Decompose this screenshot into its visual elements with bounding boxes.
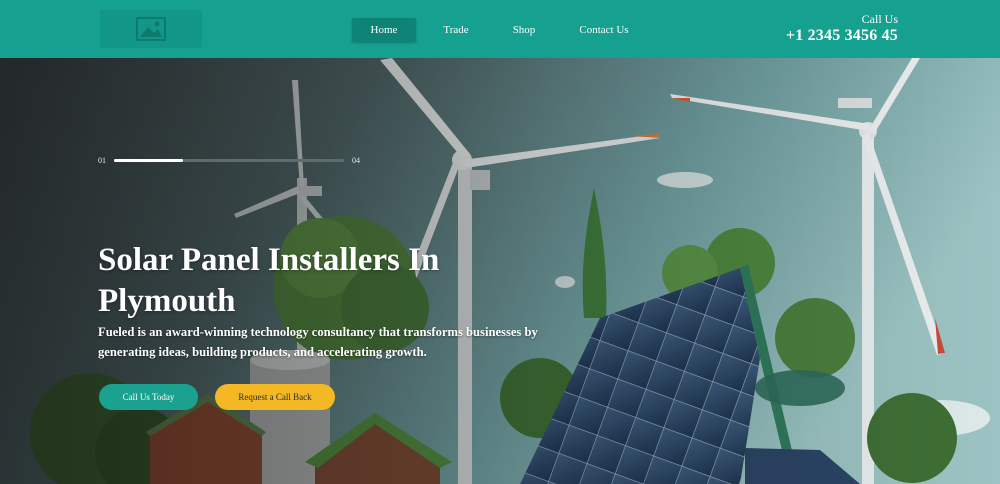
- site-header: Home Trade Shop Contact Us Call Us +1 23…: [0, 0, 1000, 59]
- hero-section: 01 04 Solar Panel Installers In Plymouth…: [0, 58, 1000, 484]
- hero-description: Fueled is an award-winning technology co…: [98, 325, 538, 359]
- nav-trade[interactable]: Trade: [441, 18, 471, 42]
- slide-current-number: 01: [98, 156, 106, 165]
- call-us-label: Call Us: [861, 12, 898, 26]
- slider-track[interactable]: [114, 159, 344, 162]
- site-logo[interactable]: [100, 10, 202, 48]
- image-placeholder-icon: [136, 17, 166, 41]
- slider-progress-fill: [114, 159, 183, 162]
- call-us-block: Call Us +1 2345 3456 45: [786, 12, 898, 46]
- call-us-today-button[interactable]: Call Us Today: [99, 384, 198, 410]
- nav-home[interactable]: Home: [352, 18, 416, 42]
- hero-title: Solar Panel Installers In Plymouth: [98, 242, 440, 319]
- main-nav: Home Trade Shop Contact Us: [352, 18, 634, 42]
- nav-shop[interactable]: Shop: [509, 18, 539, 42]
- phone-number[interactable]: +1 2345 3456 45: [786, 26, 898, 46]
- slide-total-number: 04: [352, 156, 360, 165]
- hero-slider-progress[interactable]: 01 04: [98, 155, 368, 169]
- request-call-back-button[interactable]: Request a Call Back: [215, 384, 335, 410]
- nav-contact-us[interactable]: Contact Us: [574, 18, 634, 42]
